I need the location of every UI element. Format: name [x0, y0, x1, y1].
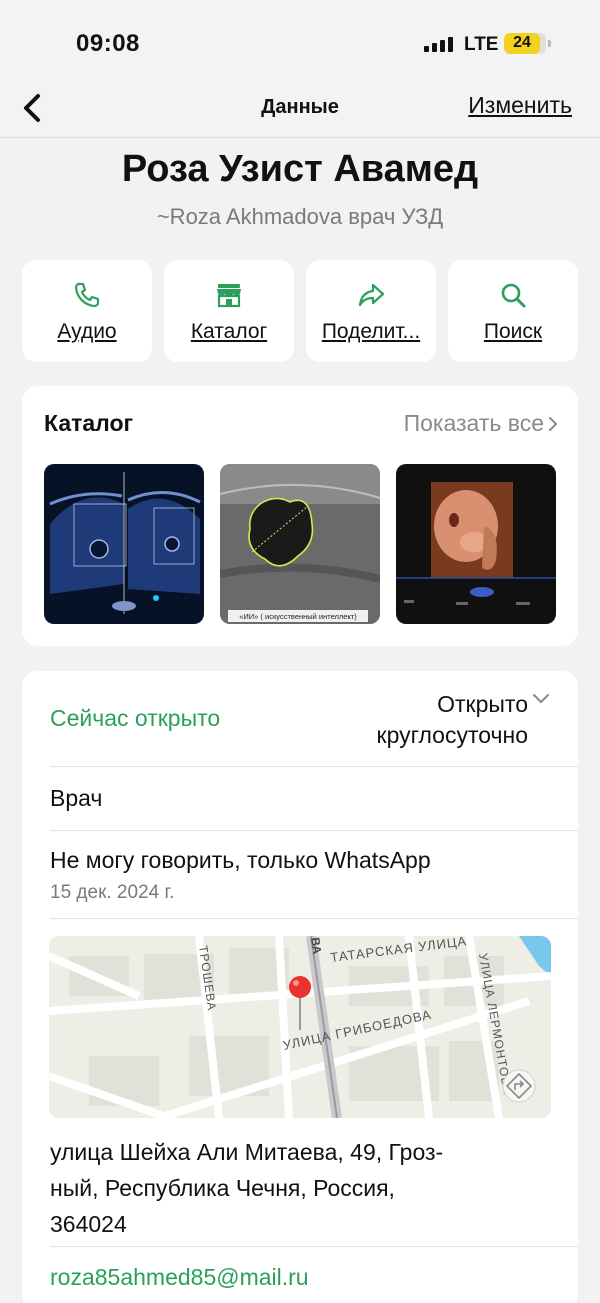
map-street-label: ВА [308, 936, 324, 955]
catalog-button[interactable]: Каталог [164, 260, 294, 362]
divider [50, 918, 578, 919]
signal-icon [424, 36, 454, 52]
contact-name: Роза Узист Авамед [121, 148, 479, 190]
action-label: Каталог [190, 320, 268, 343]
open-status: Сейчас открыто [50, 705, 221, 731]
directions-icon[interactable] [502, 1069, 536, 1103]
chevron-down-icon[interactable] [532, 693, 550, 705]
action-label: Поделит... [321, 320, 421, 343]
action-label: Поиск [483, 320, 543, 343]
address-line: ный, Республика Чечня, Россия, [50, 1175, 395, 1201]
store-icon [217, 284, 241, 308]
catalog-item[interactable] [396, 464, 556, 624]
edit-button[interactable]: Изменить [468, 92, 572, 119]
divider [50, 766, 578, 767]
catalog-section: Каталог Показать все «ИИ» (искусственны… [22, 386, 578, 646]
location-map[interactable]: ТАТАРСКАЯ УЛИЦА УЛИЦА ГРИБОЕДОВА ТРОШЕВА… [49, 936, 551, 1118]
status-time: 09:08 [76, 30, 140, 57]
chevron-right-icon [549, 417, 557, 431]
ultrasound-image: «ИИ» ( искусственный интеллект) [220, 464, 380, 624]
search-icon [501, 283, 526, 308]
audio-call-button[interactable]: Аудио [22, 260, 152, 362]
map-image: ТАТАРСКАЯ УЛИЦА УЛИЦА ГРИБОЕДОВА ТРОШЕВА… [49, 936, 551, 1118]
address-text: улица Шейха Али Митаева, 49, Гроз- ный, … [50, 1134, 530, 1242]
address-line: улица Шейха Али Митаева, 49, Гроз- [50, 1139, 444, 1165]
business-category: Врач [50, 785, 103, 811]
battery-icon: 24 [504, 33, 551, 54]
divider [50, 830, 578, 831]
hours-line: Открыто [437, 691, 528, 717]
ultrasound-image [396, 464, 556, 624]
email-link[interactable]: roza85ahmed85@mail.ru [50, 1264, 309, 1291]
catalog-item[interactable] [44, 464, 204, 624]
action-label: Аудио [57, 320, 117, 343]
nav-bar: Данные Изменить [0, 82, 600, 138]
network-type: LTE [464, 34, 499, 55]
ultrasound-image [44, 464, 204, 624]
search-button[interactable]: Поиск [448, 260, 578, 362]
business-hours[interactable]: Открыто круглосуточно [322, 689, 529, 751]
status-bar: 09:08 LTE 24 [0, 0, 600, 82]
share-icon [358, 283, 385, 307]
address-line: 364024 [50, 1211, 127, 1237]
phone-icon [74, 282, 100, 308]
divider [50, 1246, 578, 1247]
about-text: Не могу говорить, только WhatsApp [50, 847, 431, 873]
catalog-title: Каталог [44, 410, 134, 436]
contact-subtitle: ~Roza Akhmadova врач УЗД [156, 204, 444, 229]
about-date: 15 дек. 2024 г. [50, 882, 175, 903]
business-info-section: Сейчас открыто Открыто круглосуточно Вра… [22, 671, 578, 1303]
battery-level: 24 [513, 34, 531, 51]
show-all-link[interactable]: Показать все [404, 410, 544, 437]
share-button[interactable]: Поделит... [306, 260, 436, 362]
catalog-item[interactable]: «ИИ» ( искусственный интеллект) [220, 464, 380, 624]
catalog-item-caption: «ИИ» ( искусственный интеллект) [239, 612, 357, 621]
hours-line: круглосуточно [376, 722, 529, 748]
